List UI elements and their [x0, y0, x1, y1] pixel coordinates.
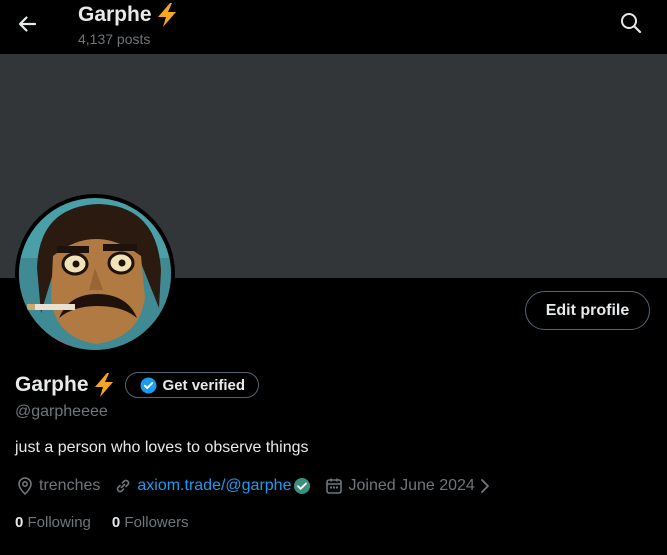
- back-arrow-icon: [17, 14, 37, 39]
- chevron-right-icon: [478, 477, 492, 495]
- profile-meta: trenches axiom.trade/@garphe Joined June…: [15, 475, 505, 497]
- header-name: Garphe: [78, 3, 152, 26]
- lightning-bolt-icon: [90, 372, 117, 398]
- followers-link[interactable]: 0 Followers: [112, 514, 189, 531]
- page-title: Garphe: [78, 2, 180, 28]
- search-button[interactable]: [612, 6, 650, 44]
- calendar-icon: [324, 476, 344, 496]
- location: trenches: [15, 476, 100, 496]
- edit-profile-button[interactable]: Edit profile: [525, 291, 650, 330]
- location-text: trenches: [39, 477, 101, 494]
- following-link[interactable]: 0 Following: [15, 514, 91, 531]
- followers-label: Followers: [124, 514, 189, 531]
- header-title-block: Garphe 4,137 posts: [78, 2, 180, 47]
- joined-date[interactable]: Joined June 2024: [324, 476, 491, 496]
- back-button[interactable]: [8, 7, 46, 45]
- website-link[interactable]: axiom.trade/@garphe: [137, 477, 291, 495]
- posts-count: 4,137 posts: [78, 31, 151, 47]
- following-count: 0: [15, 514, 24, 531]
- joined-text: Joined June 2024: [348, 477, 475, 494]
- top-bar: Garphe 4,137 posts: [0, 0, 667, 54]
- get-verified-label: Get verified: [162, 376, 246, 394]
- following-label: Following: [27, 514, 91, 531]
- website: axiom.trade/@garphe: [113, 476, 311, 496]
- search-icon: [620, 12, 642, 39]
- follow-stats: 0 Following 0 Followers: [15, 514, 210, 531]
- verified-badge-icon: [140, 377, 157, 394]
- link-icon: [113, 476, 133, 496]
- get-verified-button[interactable]: Get verified: [124, 372, 260, 398]
- lightning-bolt-icon: [153, 2, 180, 28]
- profile-name-row: Garphe Get verified: [15, 372, 260, 398]
- verified-link-check-icon: [293, 477, 311, 495]
- profile-name: Garphe: [15, 373, 89, 396]
- profile-handle: @garpheeee: [15, 403, 108, 420]
- profile-bio: just a person who loves to observe thing…: [15, 439, 309, 456]
- followers-count: 0: [111, 514, 121, 531]
- avatar[interactable]: [15, 194, 175, 354]
- location-pin-icon: [15, 476, 35, 496]
